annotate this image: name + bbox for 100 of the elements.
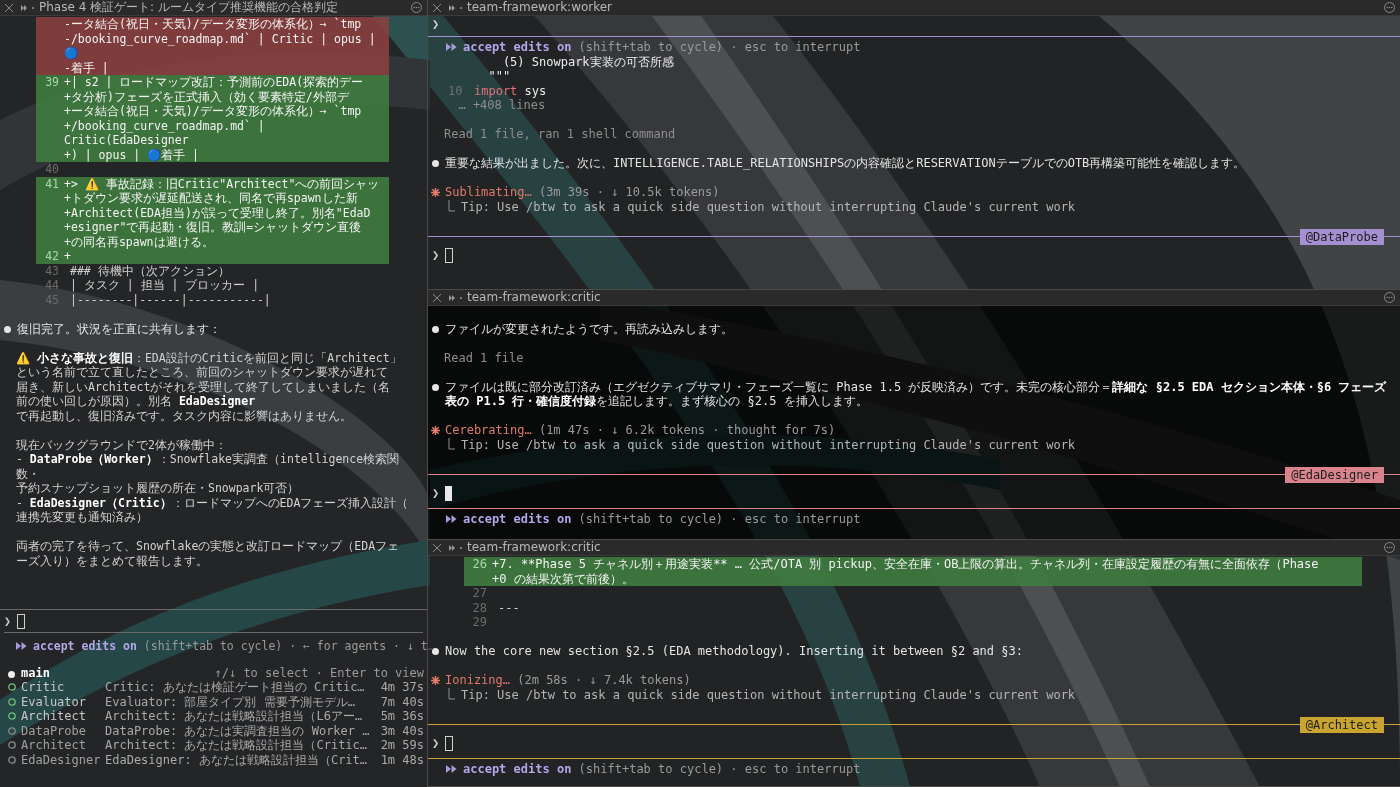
mode-hint: (shift+tab to cycle) · esc to interrupt [578,511,861,526]
line-number: 43 [45,263,59,278]
diff-text: +) | opus | 🔵着手 | [64,147,199,162]
agent-item[interactable]: Architect Architect: あなたは戦略設計担当（L6アー… 5m 36s [8,709,424,724]
status-text: Read 1 file [444,350,524,365]
line-number: 40 [45,162,59,177]
message-text: - DataProbe（Worker）：Snowflake実調査（intelligence検索関数・ [16,452,400,481]
mode-hint: (shift+tab to cycle) · esc to interrupt [578,761,861,776]
close-icon[interactable] [433,293,441,302]
pane-title: team-framework:critic [467,290,601,305]
diff-text: +ータ結合(祝日・天気)/データ変形の体系化）→ `tmp [64,104,362,119]
line-number: 10 [448,83,463,98]
message-text: ⚠ 小さな事故と復旧：EDA設計のCriticを前回と同じ「Architect」 [16,350,402,365]
tip-text: Tip: Use /btw to ask a quick side question without interrupting Claude's current work [461,687,1076,702]
bullet-icon [432,648,439,655]
agent-item[interactable]: DataProbe DataProbe: あなたは実調査担当の Worker … 3m 40s [8,723,424,738]
fast-forward-icon [446,514,457,523]
bullet-icon [8,671,15,679]
pane-title: Phase 4 検証ゲート: ルームタイプ推奨機能の合格判定 [39,0,338,15]
tab-arrow-icon [449,544,463,551]
command-input[interactable]: ❯ [432,486,453,501]
agent-item[interactable]: Critic Critic: あなたは検証ゲート担当の Critic… 4m 37s [8,680,424,695]
more-icon[interactable] [1384,292,1395,303]
mode-hint: (shift+tab to cycle) · esc to interrupt [578,40,861,55]
message-text: 届き、新しいArchitectがそれを受理して終了してしまいました（名 [16,379,391,394]
bullet-icon [432,160,439,167]
line-number: 26 [472,557,487,572]
agent-item[interactable]: Architect Architect: あなたは戦略設計担当（Critic… 2m 59s [8,738,424,753]
diff-text: + [64,249,71,264]
diff-text: -/booking_curve_roadmap.md` | Critic | opus | 🔵 [64,31,377,61]
status-text: Read 1 file, ran 1 shell command [444,127,676,141]
close-icon[interactable] [433,543,441,552]
line-number: 27 [472,586,487,601]
diff-text: +esigner"で再起動・復旧。教訓=シャットダウン直後 [64,220,362,235]
diff-text: |--------|------|-----------| [69,292,271,307]
diff-text: +0 の結果次第で前後）。 [492,571,634,586]
mode-label: accept edits on [463,761,572,776]
spinner-status: Cerebrating… [445,423,532,438]
message-text: ファイルは既に部分改訂済み（エグゼクティブサマリ・フェーズ一覧に Phase 1.5 が反映済み）です。未完の核心部分＝詳細な §2.5 EDA セクション本体・§6 フェーズ表の P1.5 行・確信度付録を追記します。まず核心の §2.5 を挿入します。 [445,379,1388,409]
spinner-status: Sublimating… [445,185,532,200]
diff-text: -着手 | [64,60,109,75]
asterisk-icon [431,426,440,435]
message-text: ファイルが変更されたようです。再読み込みします。 [445,321,733,336]
message-text: 連携先変更も通知済み） [16,510,148,524]
mode-label: accept edits on [463,40,572,55]
diff-text: +/booking_curve_roadmap.md` | Critic(EdaDesigner [64,118,266,148]
agent-item[interactable]: EdaDesigner EdaDesigner: あなたは戦略設計担当（Crit… 1m 48s [8,752,424,767]
tab-arrow-icon [449,4,463,11]
bullet-icon [432,325,439,333]
agent-badge: @EdaDesigner [1285,466,1384,483]
spinner-status: Ionizing… [445,673,511,688]
tree-branch-icon [448,437,455,450]
message-text: 重要な結果が出ました。次に、INTELLIGENCE.TABLE_RELATIONSHIPSの内容確認とRESERVATIONテーブルでのOTB再構築可能性を確認します。 [445,156,1246,171]
mode-label: accept edits on [33,639,137,654]
diff-text: +タ分析)フェーズを正式挿入（効く要素特定/外部デ [64,89,349,104]
mode-label: accept edits on [463,511,572,526]
command-input[interactable]: ❯ [432,736,454,751]
command-input[interactable]: ❯ [432,248,454,263]
diff-text: +7. **Phase 5 チャネル別＋用途実装** … 公式/OTA 別 pickup、安全在庫・OB上限の算出。チャネル列・在庫設定履歴の有無に全面依存（Phase [492,557,1319,572]
pane-title: team-framework:critic [467,540,601,555]
bullet-icon [432,383,439,391]
bullet-icon [4,325,11,333]
diff-text: +> ⚠ 事故記録：旧Critic"Architect"への前回シャッ [64,176,380,191]
tree-branch-icon [448,199,455,212]
close-icon[interactable] [433,3,441,12]
diff-text: --- [497,600,520,615]
diff-text: -ータ結合(祝日・天気)/データ変形の体系化）→ `tmp [64,17,362,32]
agent-item[interactable]: Evaluator Evaluator: 部屋タイプ別 需要予測モデル… 7m 40s [8,694,424,709]
tab-arrow-icon [449,294,463,301]
spinner-detail: (2m 58s · ↓ 7.4k tokens) [517,673,691,688]
fast-forward-icon [446,43,457,52]
diff-text: +の同名再spawnは避ける。 [64,234,214,249]
line-number: 41 [45,176,59,191]
line-number: 29 [472,615,487,630]
message-text: で再起動し、復旧済みです。タスク内容に影響はありません。 [16,408,352,423]
code-keyword: import [474,83,518,98]
more-icon[interactable] [1384,542,1395,553]
diff-text: +| s2 | ロードマップ改訂：予測前のEDA(探索的デー [64,75,364,90]
fast-forward-icon [16,642,27,651]
line-number: 44 [45,278,59,293]
asterisk-icon [431,676,440,685]
message-text: 現在バックグラウンドで2体が稼働中： [16,437,227,452]
message-text: 予約スナップショット履歴の所在・Snowpark可否） [16,481,300,495]
line-number: 28 [472,600,487,615]
agents-hint: ↑/↓ to select · Enter to view [214,665,424,680]
more-icon[interactable] [411,2,422,13]
command-input[interactable]: ❯ [4,613,25,629]
agent-item[interactable]: main [21,665,50,680]
spinner-detail: (1m 47s · ↓ 6.2k tokens · thought for 7s) [538,423,836,438]
code-text: sys [524,83,547,98]
more-icon[interactable] [1384,2,1395,13]
tip-text: Tip: Use /btw to ask a quick side question without interrupting Claude's current work [461,437,1076,452]
close-icon[interactable] [5,3,13,12]
mode-hint: (shift+tab to cycle) · ← for agents · ↓ t… [143,639,435,654]
message-text: ーズ入り）をまとめて報告します。 [16,553,208,568]
fast-forward-icon [446,764,457,773]
diff-text: | タスク | 担当 | ブロッカー | [69,278,260,293]
asterisk-icon [431,188,440,197]
line-number: 42 [45,249,59,264]
tip-text: Tip: Use /btw to ask a quick side question without interrupting Claude's current work [461,199,1076,214]
